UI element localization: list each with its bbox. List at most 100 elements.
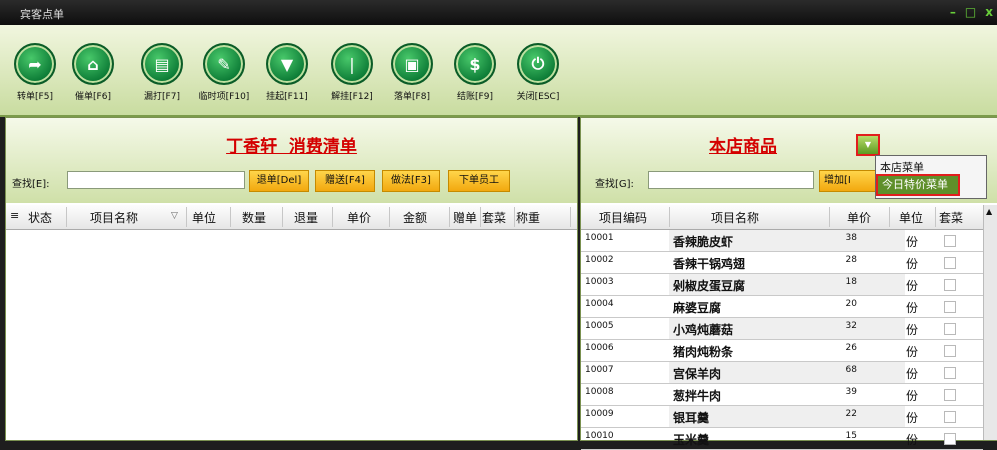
dropdown-item-special-menu[interactable]: 今日特价菜单 (876, 174, 960, 196)
cell-unit: 份 (906, 367, 919, 381)
cell-unit: 份 (906, 235, 919, 249)
set-meal-checkbox[interactable] (944, 279, 956, 291)
menu-lines-icon[interactable]: ≡ (10, 209, 19, 222)
set-meal-checkbox[interactable] (944, 323, 956, 335)
table-row[interactable]: 10001 香辣脆皮虾 38 份 (581, 230, 983, 252)
col-product-name[interactable]: 项目名称 (711, 209, 759, 226)
gift-item-button[interactable]: 赠送[F4] (315, 170, 375, 192)
col-gift[interactable]: 赠单 (453, 209, 477, 226)
col-item-code[interactable]: 项目编码 (599, 209, 647, 226)
set-meal-checkbox[interactable] (944, 345, 956, 357)
table-row[interactable]: 10004 麻婆豆腐 20 份 (581, 296, 983, 318)
cell-code: 10002 (585, 255, 614, 265)
table-row[interactable]: 10006 猪肉炖粉条 26 份 (581, 340, 983, 362)
cell-unit: 份 (906, 323, 919, 337)
cell-unit: 份 (906, 257, 919, 271)
col-quantity[interactable]: 数量 (242, 209, 266, 226)
sort-icon: ▽ (171, 211, 178, 221)
col-set-meal[interactable]: 套菜 (482, 209, 506, 226)
consumption-panel-header: 丁香轩 消费清单 查找[E]: 退单[Del] 赠送[F4] 做法[F3] 下单… (6, 118, 577, 203)
product-search-label: 查找[G]: (595, 179, 634, 190)
dropdown-item-store-menu[interactable]: 本店菜单 (880, 159, 924, 175)
checkout-button[interactable]: $ 结账[F9] (445, 43, 505, 102)
cell-code: 10008 (585, 387, 614, 397)
unhang-button[interactable]: ❘ 解挂[F12] (322, 43, 382, 102)
maximize-button[interactable]: □ (965, 4, 976, 20)
table-row[interactable]: 10005 小鸡炖蘑菇 32 份 (581, 318, 983, 340)
cell-price: 38 (845, 233, 857, 243)
chevron-down-icon: ▼ (864, 140, 872, 149)
set-meal-checkbox[interactable] (944, 389, 956, 401)
cell-code: 10004 (585, 299, 614, 309)
hang-button[interactable]: ▼ 挂起[F11] (257, 43, 317, 102)
cell-price: 15 (845, 431, 857, 441)
col-item-name[interactable]: 项目名称 (90, 209, 138, 226)
tool-label: 临时项[F10] (198, 92, 250, 102)
set-meal-checkbox[interactable] (944, 367, 956, 379)
screen-icon: ▣ (391, 43, 433, 85)
tool-label: 解挂[F12] (331, 92, 373, 102)
toolbar: ➦ 转单[F5] ⌂ 催单[F6] ▤ 漏打[F7] ✎ 临时项[F10] ▼ … (0, 25, 997, 117)
menu-dropdown-button[interactable]: ▼ (856, 134, 880, 156)
col-unit[interactable]: 单位 (192, 209, 216, 226)
power-icon: ⏻ (517, 43, 559, 85)
menu-dropdown-list: 本店菜单 今日特价菜单 (875, 155, 987, 199)
col-amount[interactable]: 金额 (403, 209, 427, 226)
transfer-order-button[interactable]: ➦ 转单[F5] (5, 43, 65, 102)
set-meal-checkbox[interactable] (944, 433, 956, 445)
cell-unit: 份 (906, 411, 919, 425)
add-item-button[interactable]: 增加[I (819, 170, 879, 192)
cell-price: 32 (845, 321, 857, 331)
set-meal-checkbox[interactable] (944, 235, 956, 247)
product-search-input[interactable] (648, 171, 814, 189)
table-row[interactable]: 10008 葱拌牛肉 39 份 (581, 384, 983, 406)
cell-name: 玉米羹 (673, 433, 710, 447)
col-status[interactable]: 状态 (28, 209, 52, 226)
cell-name: 香辣脆皮虾 (673, 235, 734, 249)
urge-order-button[interactable]: ⌂ 催单[F6] (63, 43, 123, 102)
temp-item-button[interactable]: ✎ 临时项[F10] (194, 43, 254, 102)
col-weigh[interactable]: 称重 (516, 209, 540, 226)
set-meal-checkbox[interactable] (944, 301, 956, 313)
table-row[interactable]: 10007 宫保羊肉 68 份 (581, 362, 983, 384)
products-scrollbar[interactable]: ▲ (983, 205, 997, 440)
tool-label: 结账[F9] (457, 92, 493, 102)
col-return-qty[interactable]: 退量 (294, 209, 318, 226)
col-product-set[interactable]: 套菜 (939, 209, 963, 226)
table-row[interactable]: 10010 玉米羹 15 份 (581, 428, 983, 450)
cooking-method-button[interactable]: 做法[F3] (382, 170, 440, 192)
void-item-button[interactable]: 退单[Del] (249, 170, 309, 192)
scroll-up-icon[interactable]: ▲ (986, 207, 992, 216)
window-titlebar: 宾客点单 – □ x (0, 0, 997, 25)
set-meal-checkbox[interactable] (944, 411, 956, 423)
col-product-price[interactable]: 单价 (847, 209, 871, 226)
document-icon: ▤ (141, 43, 183, 85)
cell-name: 宫保羊肉 (673, 367, 722, 381)
window-controls: – □ x (950, 4, 993, 20)
unhang-icon: ❘ (331, 43, 373, 85)
cell-price: 28 (845, 255, 857, 265)
col-price[interactable]: 单价 (347, 209, 371, 226)
close-window-button[interactable]: ⏻ 关闭[ESC] (508, 43, 568, 102)
order-staff-button[interactable]: 下单员工 (448, 170, 510, 192)
share-arrow-icon: ➦ (14, 43, 56, 85)
reprint-button[interactable]: ▤ 漏打[F7] (132, 43, 192, 102)
col-product-unit[interactable]: 单位 (899, 209, 923, 226)
close-button[interactable]: x (985, 4, 993, 20)
set-meal-checkbox[interactable] (944, 257, 956, 269)
table-row[interactable]: 10003 剁椒皮蛋豆腐 18 份 (581, 274, 983, 296)
cell-code: 10010 (585, 431, 614, 441)
products-table-body: 10001 香辣脆皮虾 38 份 10002 香辣干锅鸡翅 28 份 10003 剁椒皮蛋豆腐… (581, 230, 983, 450)
table-row[interactable]: 10009 银耳羹 22 份 (581, 406, 983, 428)
cell-code: 10005 (585, 321, 614, 331)
hang-icon: ▼ (266, 43, 308, 85)
cell-name: 麻婆豆腐 (673, 301, 722, 315)
cell-unit: 份 (906, 389, 919, 403)
cell-price: 20 (845, 299, 857, 309)
minimize-button[interactable]: – (950, 4, 956, 20)
cell-name: 小鸡炖蘑菇 (673, 323, 734, 337)
cell-code: 10003 (585, 277, 614, 287)
table-row[interactable]: 10002 香辣干锅鸡翅 28 份 (581, 252, 983, 274)
consumption-search-input[interactable] (67, 171, 245, 189)
place-order-button[interactable]: ▣ 落单[F8] (382, 43, 442, 102)
